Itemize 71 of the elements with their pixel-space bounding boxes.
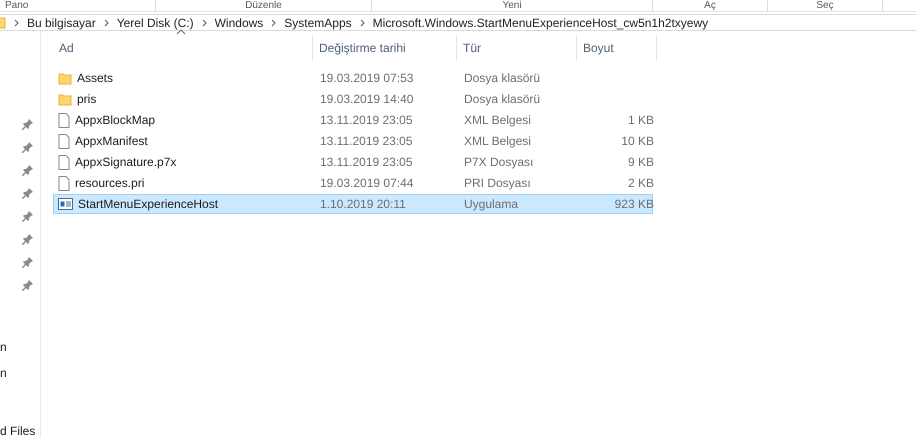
folder-icon (0, 16, 6, 28)
file-row[interactable]: pris 19.03.2019 14:40 Dosya klasörü (53, 89, 653, 109)
date-cell-text: 19.03.2019 07:53 (319, 71, 414, 85)
type-cell-text: Dosya klasörü (463, 92, 542, 106)
chevron-icon (104, 18, 109, 26)
file-row[interactable]: AppxSignature.p7x 13.11.2019 23:05 P7X Dosyası 9 KB (53, 152, 653, 172)
document-icon (58, 154, 70, 170)
ribbon-group-label: Aç (653, 0, 768, 11)
date-cell-text: 19.03.2019 14:40 (319, 92, 414, 106)
breadcrumb-item[interactable]: Windows (214, 16, 264, 30)
chevron-icon (360, 18, 365, 26)
date-cell-text: 13.11.2019 23:05 (319, 155, 414, 169)
type-cell-text: XML Belgesi (463, 134, 532, 148)
application-icon (58, 198, 73, 210)
file-row[interactable]: Assets 19.03.2019 07:53 Dosya klasörü (53, 68, 653, 88)
breadcrumb-item[interactable]: Microsoft.Windows.StartMenuExperienceHost_cw5n1h2txyewy (372, 16, 708, 30)
size-cell-text: 923 KB (614, 197, 655, 211)
folder-icon (58, 72, 72, 84)
pin-icon[interactable] (22, 164, 34, 176)
chevron-icon (202, 18, 207, 26)
size-cell-text: 2 KB (626, 176, 655, 190)
type-cell-text: XML Belgesi (463, 113, 532, 127)
file-name: Assets (77, 71, 114, 85)
pin-icon[interactable] (22, 210, 34, 222)
column-header[interactable]: Boyut (577, 35, 657, 61)
ribbon-group-label: Yeni (372, 0, 653, 11)
file-row[interactable]: resources.pri 19.03.2019 07:44 PRI Dosyası 2 KB (53, 173, 653, 193)
type-cell-text: Uygulama (463, 197, 520, 211)
pin-icon[interactable] (22, 256, 34, 268)
chevron-icon (14, 18, 19, 26)
type-cell-text: PRI Dosyası (463, 176, 532, 190)
breadcrumb-item[interactable]: Bu bilgisayar (27, 16, 96, 30)
ribbon-group-label: Pano (0, 0, 156, 11)
file-row[interactable]: AppxBlockMap 13.11.2019 23:05 XML Belgesi 1 KB (53, 110, 653, 130)
file-name: resources.pri (75, 176, 144, 190)
file-name: AppxBlockMap (75, 113, 156, 127)
size-cell-text: 9 KB (626, 155, 655, 169)
pin-icon[interactable] (22, 118, 34, 130)
column-header[interactable]: Ad (53, 35, 313, 61)
column-header[interactable]: Tür (457, 35, 577, 61)
nav-item[interactable]: n (0, 366, 7, 380)
breadcrumb-item[interactable]: Yerel Disk (C:) (116, 16, 194, 30)
pin-icon[interactable] (22, 233, 34, 245)
type-cell-text: P7X Dosyası (463, 155, 534, 169)
file-row[interactable]: StartMenuExperienceHost 1.10.2019 20:11 Uygulama 923 KB (53, 194, 653, 214)
date-cell-text: 13.11.2019 23:05 (319, 113, 414, 127)
breadcrumb-item[interactable]: SystemApps (284, 16, 352, 30)
file-name: AppxManifest (75, 134, 148, 148)
nav-item[interactable]: n (0, 340, 7, 354)
size-cell-text: 10 KB (620, 134, 655, 148)
ribbon-group-label: Seç (768, 0, 883, 11)
date-cell-text: 13.11.2019 23:05 (319, 134, 414, 148)
document-icon (58, 176, 70, 190)
size-cell-text: 1 KB (626, 113, 655, 127)
file-name: StartMenuExperienceHost (78, 197, 218, 211)
ribbon-group-label: Düzenle (156, 0, 372, 11)
pin-icon[interactable] (22, 187, 34, 199)
pin-icon[interactable] (22, 141, 34, 153)
folder-icon (58, 92, 72, 106)
date-cell-text: 1.10.2019 20:11 (319, 197, 407, 211)
chevron-icon (271, 18, 276, 26)
pin-icon[interactable] (22, 279, 34, 291)
column-header[interactable]: Değiştirme tarihi (313, 35, 457, 61)
document-icon (58, 112, 70, 128)
date-cell-text: 19.03.2019 07:44 (319, 176, 414, 190)
file-name: pris (77, 92, 96, 106)
nav-item[interactable]: d Files (0, 424, 36, 438)
document-icon (58, 134, 70, 148)
type-cell-text: Dosya klasörü (463, 71, 542, 85)
file-name: AppxSignature.p7x (75, 155, 176, 169)
file-row[interactable]: AppxManifest 13.11.2019 23:05 XML Belgesi 10 KB (53, 131, 653, 151)
